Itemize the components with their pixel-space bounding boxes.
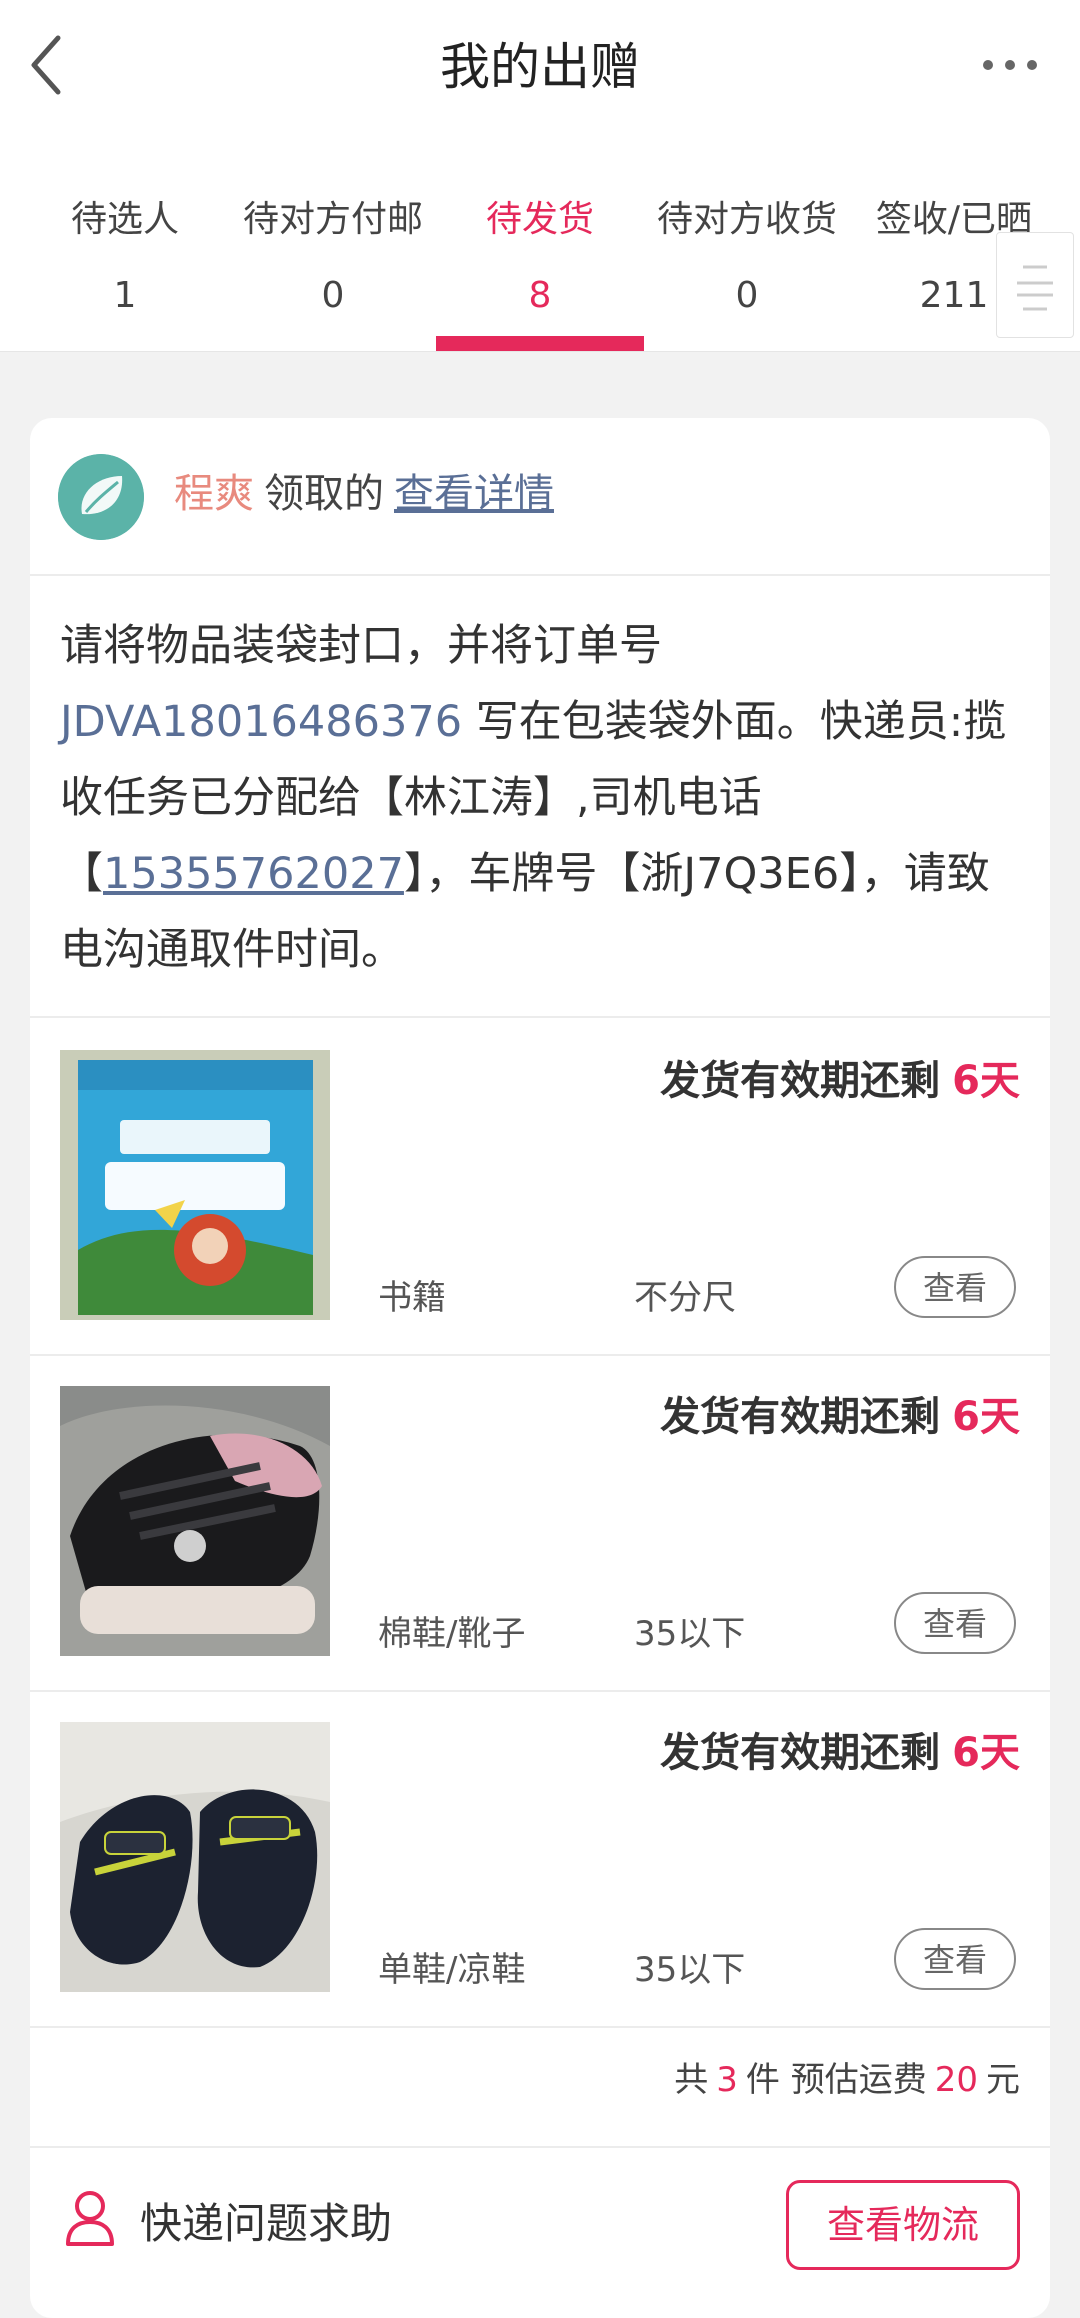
order-number: JDVA18016486376: [60, 697, 463, 747]
view-button[interactable]: 查看: [894, 1928, 1016, 1990]
view-button[interactable]: 查看: [894, 1256, 1016, 1318]
more-options-icon[interactable]: [980, 50, 1040, 80]
person-icon[interactable]: [62, 2188, 118, 2248]
tab-pending-shipment[interactable]: 待发货 8: [436, 135, 644, 351]
divider: [30, 2026, 1050, 2028]
notice-text: 请将物品装袋封口，并将订单号: [60, 621, 662, 671]
list-toggle-button[interactable]: [996, 232, 1074, 338]
flashcard-pack-photo[interactable]: [60, 1050, 330, 1320]
summary-suffix: 元: [986, 2060, 1020, 2100]
view-details-link[interactable]: 查看详情: [394, 471, 554, 517]
tab-count: 1: [113, 275, 137, 316]
tab-pending-selection[interactable]: 待选人 1: [20, 135, 230, 351]
shipping-notice: 请将物品装袋封口，并将订单号 JDVA18016486376 写在包装袋外面。快…: [60, 608, 1030, 988]
tab-count: 8: [528, 275, 552, 316]
receiver-label: 领取的: [264, 471, 384, 517]
item-category: 棉鞋/靴子: [378, 1614, 526, 1654]
shipping-deadline: 发货有效期还剩 6天: [660, 1048, 1020, 1106]
tab-count: 0: [735, 275, 759, 316]
deadline-label: 发货有效期还剩: [660, 1058, 941, 1104]
deadline-days: 6天: [952, 1058, 1020, 1104]
deadline-label: 发货有效期还剩: [660, 1730, 941, 1776]
top-bar: 我的出赠: [0, 0, 1080, 135]
shipping-fee: 20: [934, 2060, 978, 2100]
kids-shoes-photo[interactable]: [60, 1722, 330, 1992]
summary-mid: 件 预估运费: [745, 2060, 927, 2100]
view-button[interactable]: 查看: [894, 1592, 1016, 1654]
deadline-days: 6天: [952, 1394, 1020, 1440]
order-card: 程爽 领取的 查看详情 请将物品装袋封口，并将订单号 JDVA18016486376…: [30, 418, 1050, 2318]
tab-label: 待发货: [485, 199, 594, 240]
leaf-logo-icon: [58, 454, 144, 540]
receiver-name[interactable]: 程爽: [174, 471, 254, 517]
item-category: 单鞋/凉鞋: [378, 1950, 526, 1990]
list-item: 发货有效期还剩 6天 单鞋/凉鞋 35以下 查看: [30, 1690, 1050, 2026]
avatar[interactable]: [58, 454, 144, 540]
deadline-label: 发货有效期还剩: [660, 1394, 941, 1440]
back-arrow-icon[interactable]: [22, 30, 72, 100]
divider: [30, 2146, 1050, 2148]
shipping-deadline: 发货有效期还剩 6天: [660, 1384, 1020, 1442]
status-tabs: 待选人 1 待对方付邮 0 待发货 8 待对方收货 0 签收/已晒 211: [0, 135, 1080, 352]
receiver-row: 程爽 领取的 查看详情: [30, 418, 1050, 576]
tab-label: 待对方收货: [656, 199, 837, 240]
item-size: 35以下: [634, 1950, 746, 1990]
active-tab-indicator: [436, 336, 644, 351]
item-size: 35以下: [634, 1614, 746, 1654]
delivery-help-link[interactable]: 快递问题求助: [140, 2190, 392, 2251]
tab-count: 0: [321, 275, 345, 316]
item-category: 书籍: [378, 1278, 446, 1318]
tab-pending-receipt[interactable]: 待对方收货 0: [644, 135, 850, 351]
black-sneaker-photo[interactable]: [60, 1386, 330, 1656]
driver-phone-link[interactable]: 15355762027: [103, 849, 404, 899]
tab-label: 待对方付邮: [242, 199, 423, 240]
list-item: 发货有效期还剩 6天 棉鞋/靴子 35以下 查看: [30, 1354, 1050, 1690]
tab-label: 待选人: [70, 199, 179, 240]
list-lines-icon: [1017, 265, 1053, 311]
item-count: 3: [716, 2060, 738, 2100]
order-summary: 共3件 预估运费 20 元: [674, 2052, 1020, 2101]
item-size: 不分尺: [634, 1278, 736, 1318]
receiver-line: 程爽 领取的 查看详情: [174, 466, 554, 522]
shipping-deadline: 发货有效期还剩 6天: [660, 1720, 1020, 1778]
tab-pending-postage[interactable]: 待对方付邮 0: [230, 135, 436, 351]
summary-prefix: 共: [674, 2060, 709, 2100]
deadline-days: 6天: [952, 1730, 1020, 1776]
list-item: 发货有效期还剩 6天 书籍 不分尺 查看: [30, 1018, 1050, 1354]
page-title: 我的出赠: [440, 38, 640, 96]
